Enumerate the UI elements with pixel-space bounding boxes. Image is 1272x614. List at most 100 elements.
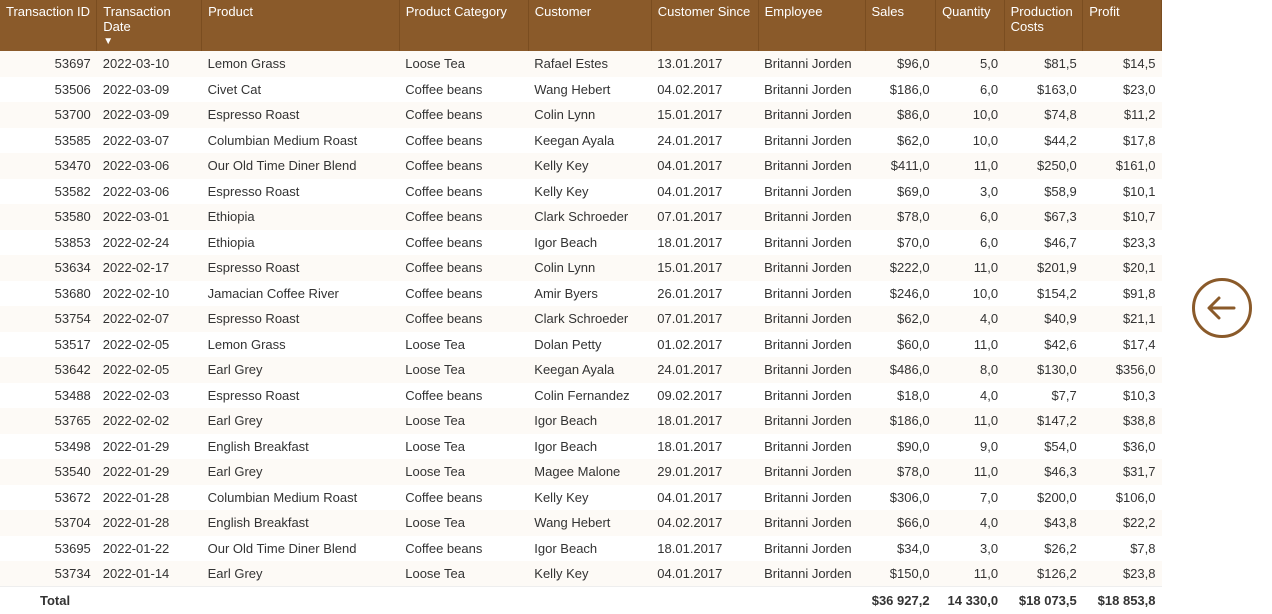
cell-sales: $62,0: [865, 306, 936, 332]
cell-quantity: 3,0: [936, 179, 1005, 205]
table-row[interactable]: 537542022-02-07Espresso RoastCoffee bean…: [0, 306, 1162, 332]
table-row[interactable]: 537342022-01-14Earl GreyLoose TeaKelly K…: [0, 561, 1162, 587]
cell-customer-since: 24.01.2017: [651, 357, 758, 383]
cell-transaction-id: 53634: [0, 255, 97, 281]
cell-product: Espresso Roast: [202, 383, 400, 409]
transactions-table: Transaction ID Transaction Date ▼ Produc…: [0, 0, 1162, 614]
cell-customer-since: 26.01.2017: [651, 281, 758, 307]
table-row[interactable]: 536342022-02-17Espresso RoastCoffee bean…: [0, 255, 1162, 281]
cell-transaction-date: 2022-01-28: [97, 485, 202, 511]
col-header-production-costs[interactable]: Production Costs: [1004, 0, 1083, 51]
cell-sales: $86,0: [865, 102, 936, 128]
cell-product-category: Loose Tea: [399, 459, 528, 485]
cell-quantity: 3,0: [936, 536, 1005, 562]
cell-transaction-date: 2022-03-06: [97, 179, 202, 205]
col-header-product-category[interactable]: Product Category: [399, 0, 528, 51]
cell-transaction-id: 53585: [0, 128, 97, 154]
cell-quantity: 7,0: [936, 485, 1005, 511]
col-header-transaction-date[interactable]: Transaction Date ▼: [97, 0, 202, 51]
cell-sales: $62,0: [865, 128, 936, 154]
cell-customer: Igor Beach: [528, 408, 651, 434]
cell-product: Earl Grey: [202, 561, 400, 587]
col-header-quantity[interactable]: Quantity: [936, 0, 1005, 51]
col-header-employee[interactable]: Employee: [758, 0, 865, 51]
table-row[interactable]: 534982022-01-29English BreakfastLoose Te…: [0, 434, 1162, 460]
cell-employee: Britanni Jorden: [758, 332, 865, 358]
cell-customer: Igor Beach: [528, 536, 651, 562]
cell-customer: Rafael Estes: [528, 51, 651, 77]
cell-transaction-date: 2022-01-22: [97, 536, 202, 562]
table-row[interactable]: 534882022-02-03Espresso RoastCoffee bean…: [0, 383, 1162, 409]
cell-quantity: 10,0: [936, 128, 1005, 154]
table-row[interactable]: 535802022-03-01EthiopiaCoffee beansClark…: [0, 204, 1162, 230]
table-row[interactable]: 537042022-01-28English BreakfastLoose Te…: [0, 510, 1162, 536]
cell-transaction-date: 2022-03-07: [97, 128, 202, 154]
cell-sales: $78,0: [865, 459, 936, 485]
cell-product-category: Loose Tea: [399, 408, 528, 434]
cell-production-costs: $147,2: [1004, 408, 1083, 434]
col-header-customer[interactable]: Customer: [528, 0, 651, 51]
cell-customer-since: 07.01.2017: [651, 204, 758, 230]
table-row[interactable]: 535402022-01-29Earl GreyLoose TeaMagee M…: [0, 459, 1162, 485]
cell-product: Espresso Roast: [202, 255, 400, 281]
col-header-profit[interactable]: Profit: [1083, 0, 1162, 51]
table-row[interactable]: 535852022-03-07Columbian Medium RoastCof…: [0, 128, 1162, 154]
table-row[interactable]: 537002022-03-09Espresso RoastCoffee bean…: [0, 102, 1162, 128]
cell-customer-since: 07.01.2017: [651, 306, 758, 332]
cell-production-costs: $126,2: [1004, 561, 1083, 587]
table-row[interactable]: 536972022-03-10Lemon GrassLoose TeaRafae…: [0, 51, 1162, 77]
cell-transaction-id: 53697: [0, 51, 97, 77]
cell-transaction-date: 2022-03-01: [97, 204, 202, 230]
cell-transaction-id: 53700: [0, 102, 97, 128]
cell-customer: Colin Fernandez: [528, 383, 651, 409]
table-row[interactable]: 536422022-02-05Earl GreyLoose TeaKeegan …: [0, 357, 1162, 383]
cell-employee: Britanni Jorden: [758, 51, 865, 77]
cell-production-costs: $26,2: [1004, 536, 1083, 562]
cell-product-category: Loose Tea: [399, 357, 528, 383]
table-row[interactable]: 535822022-03-06Espresso RoastCoffee bean…: [0, 179, 1162, 205]
cell-profit: $17,8: [1083, 128, 1162, 154]
table-row[interactable]: 538532022-02-24EthiopiaCoffee beansIgor …: [0, 230, 1162, 256]
cell-employee: Britanni Jorden: [758, 204, 865, 230]
cell-product-category: Coffee beans: [399, 230, 528, 256]
cell-production-costs: $201,9: [1004, 255, 1083, 281]
total-production-costs: $18 073,5: [1004, 587, 1083, 614]
cell-customer: Magee Malone: [528, 459, 651, 485]
table-row[interactable]: 536722022-01-28Columbian Medium RoastCof…: [0, 485, 1162, 511]
cell-transaction-id: 53582: [0, 179, 97, 205]
cell-production-costs: $200,0: [1004, 485, 1083, 511]
cell-employee: Britanni Jorden: [758, 536, 865, 562]
cell-customer-since: 04.01.2017: [651, 179, 758, 205]
cell-product-category: Loose Tea: [399, 51, 528, 77]
cell-product: Espresso Roast: [202, 179, 400, 205]
cell-customer: Kelly Key: [528, 153, 651, 179]
cell-customer-since: 15.01.2017: [651, 255, 758, 281]
cell-customer: Keegan Ayala: [528, 357, 651, 383]
cell-customer: Kelly Key: [528, 561, 651, 587]
table-row[interactable]: 534702022-03-06Our Old Time Diner BlendC…: [0, 153, 1162, 179]
col-header-sales[interactable]: Sales: [865, 0, 936, 51]
table-header-row: Transaction ID Transaction Date ▼ Produc…: [0, 0, 1162, 51]
cell-quantity: 11,0: [936, 459, 1005, 485]
cell-customer-since: 18.01.2017: [651, 434, 758, 460]
cell-product: Ethiopia: [202, 230, 400, 256]
back-button[interactable]: [1192, 278, 1252, 338]
cell-product-category: Coffee beans: [399, 306, 528, 332]
cell-quantity: 4,0: [936, 510, 1005, 536]
cell-transaction-id: 53488: [0, 383, 97, 409]
cell-profit: $356,0: [1083, 357, 1162, 383]
cell-product: English Breakfast: [202, 510, 400, 536]
col-header-product[interactable]: Product: [202, 0, 400, 51]
cell-product: Lemon Grass: [202, 51, 400, 77]
table-row[interactable]: 535172022-02-05Lemon GrassLoose TeaDolan…: [0, 332, 1162, 358]
cell-customer-since: 01.02.2017: [651, 332, 758, 358]
table-row[interactable]: 537652022-02-02Earl GreyLoose TeaIgor Be…: [0, 408, 1162, 434]
table-row[interactable]: 535062022-03-09Civet CatCoffee beansWang…: [0, 77, 1162, 103]
table-row[interactable]: 536802022-02-10Jamacian Coffee RiverCoff…: [0, 281, 1162, 307]
col-header-customer-since[interactable]: Customer Since: [651, 0, 758, 51]
col-header-transaction-id[interactable]: Transaction ID: [0, 0, 97, 51]
cell-employee: Britanni Jorden: [758, 459, 865, 485]
table-row[interactable]: 536952022-01-22Our Old Time Diner BlendC…: [0, 536, 1162, 562]
cell-quantity: 5,0: [936, 51, 1005, 77]
cell-quantity: 10,0: [936, 281, 1005, 307]
